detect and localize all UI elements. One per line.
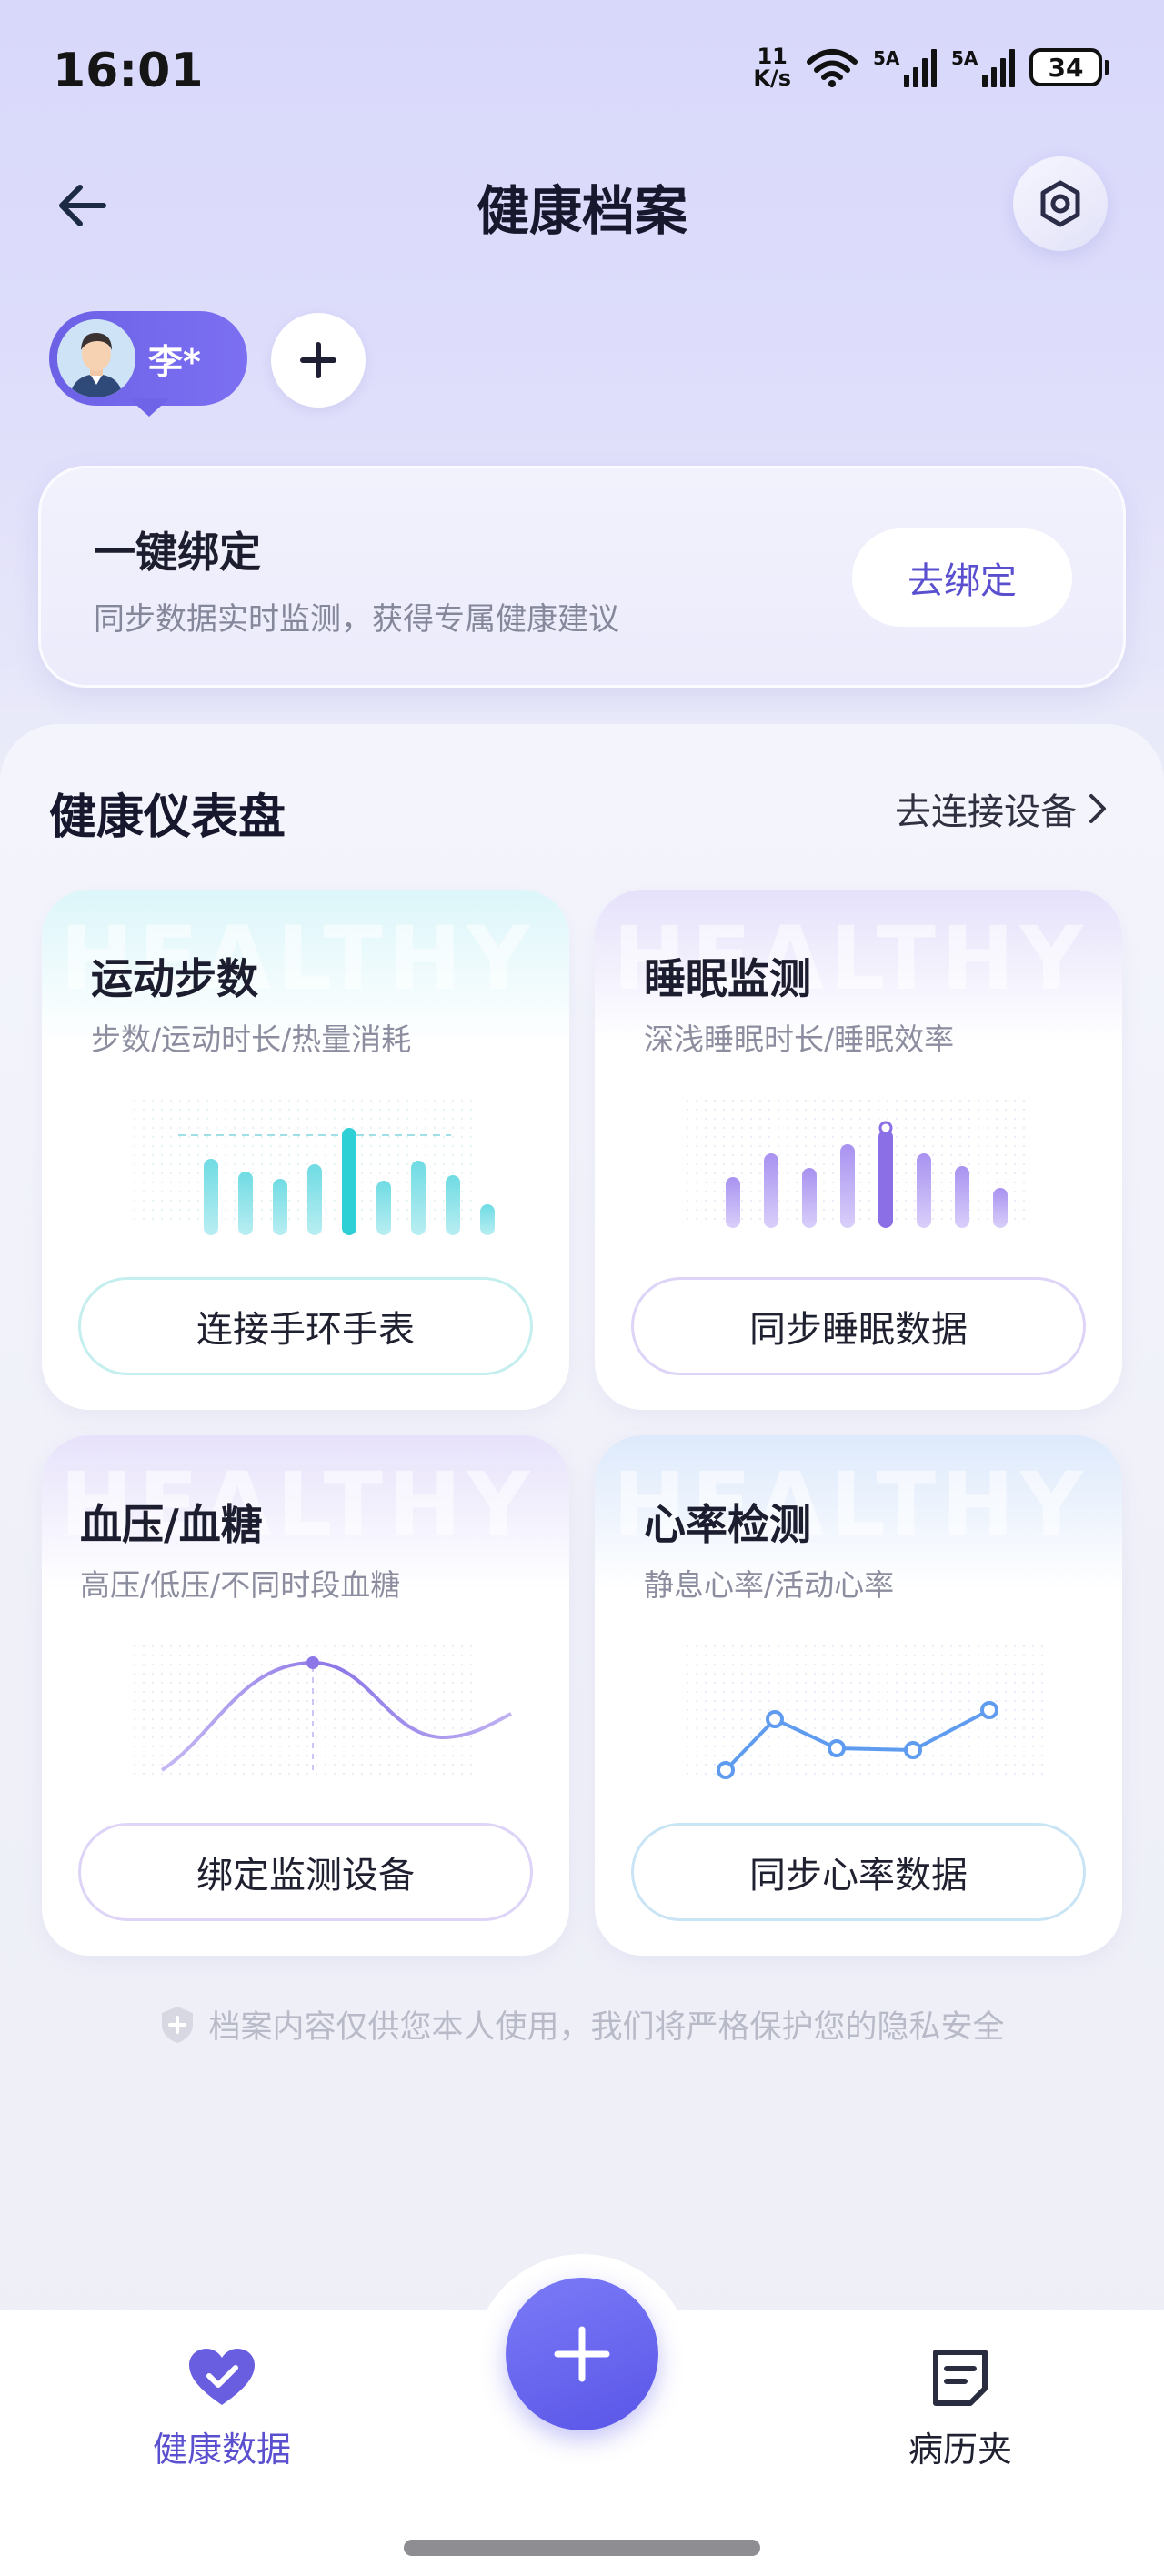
card-title: 运动步数 bbox=[91, 954, 258, 1003]
connect-device-link[interactable]: 去连接设备 bbox=[895, 782, 1108, 835]
status-icons: 11 K/s 5A 5A 34 bbox=[753, 45, 1109, 89]
net-speed: 11 K/s bbox=[753, 45, 791, 89]
sync-sleep-button[interactable]: 同步睡眠数据 bbox=[631, 1277, 1086, 1375]
connect-band-button[interactable]: 连接手环手表 bbox=[78, 1277, 533, 1375]
net-speed-value: 11 bbox=[757, 44, 788, 69]
folder-doc-icon bbox=[933, 2350, 988, 2406]
card-title: 睡眠监测 bbox=[644, 954, 811, 1003]
plus-icon bbox=[300, 342, 336, 378]
net-speed-unit: K/s bbox=[753, 65, 791, 91]
tab-medical-records[interactable]: 病历夹 bbox=[860, 2345, 1060, 2471]
nav-bar: 健康档案 bbox=[0, 146, 1164, 264]
card-sleep[interactable]: HEALTHY 睡眠监测 深浅睡眠时长/睡眠效率 同步睡眠数据 bbox=[595, 890, 1122, 1410]
bp-curve-illustration bbox=[133, 1645, 512, 1781]
add-profile-button[interactable] bbox=[271, 313, 366, 408]
wifi-icon bbox=[807, 49, 858, 87]
sync-heart-rate-button[interactable]: 同步心率数据 bbox=[631, 1823, 1086, 1921]
home-indicator[interactable] bbox=[404, 2540, 760, 2556]
avatar bbox=[57, 319, 135, 397]
privacy-note: 档案内容仅供您本人使用，我们将严格保护您的隐私安全 bbox=[0, 2001, 1164, 2048]
battery-icon: 34 bbox=[1029, 48, 1109, 86]
add-record-fab[interactable] bbox=[506, 2278, 658, 2430]
card-subtitle: 静息心率/活动心率 bbox=[644, 1567, 895, 1603]
battery-level: 34 bbox=[1029, 48, 1102, 86]
shield-plus-icon bbox=[162, 2006, 194, 2043]
card-heart-rate[interactable]: HEALTHY 心率检测 静息心率/活动心率 同步心率数据 bbox=[595, 1435, 1122, 1956]
tab-medical-records-label: 病历夹 bbox=[908, 2430, 1012, 2470]
signal-sim1-icon: 5A bbox=[873, 47, 937, 87]
page-title: 健康档案 bbox=[476, 180, 687, 242]
steps-bar-illustration bbox=[133, 1099, 495, 1235]
connect-device-label: 去连接设备 bbox=[895, 791, 1077, 833]
card-steps[interactable]: HEALTHY 运动步数 步数/运动时长/热量消耗 连接手环手表 bbox=[42, 890, 569, 1410]
sim2-label: 5A bbox=[951, 47, 978, 69]
plus-icon bbox=[554, 2326, 610, 2382]
bind-monitor-button[interactable]: 绑定监测设备 bbox=[78, 1823, 533, 1921]
heart-check-icon bbox=[189, 2349, 255, 2405]
bind-card-subtitle: 同步数据实时监测，获得专属健康建议 bbox=[94, 601, 619, 638]
go-bind-button[interactable]: 去绑定 bbox=[852, 528, 1072, 627]
card-blood-pressure[interactable]: HEALTHY 血压/血糖 高压/低压/不同时段血糖 绑定监测设备 bbox=[42, 1435, 569, 1956]
dashboard-title: 健康仪表盘 bbox=[49, 790, 286, 845]
bind-device-card: 一键绑定 同步数据实时监测，获得专属健康建议 去绑定 bbox=[38, 466, 1126, 688]
chevron-right-icon bbox=[1089, 794, 1106, 823]
profile-name: 李* bbox=[148, 341, 201, 382]
card-subtitle: 深浅睡眠时长/睡眠效率 bbox=[644, 1021, 955, 1057]
status-time: 16:01 bbox=[53, 44, 204, 98]
sleep-bar-illustration bbox=[686, 1099, 1031, 1228]
bind-card-title: 一键绑定 bbox=[94, 528, 261, 577]
privacy-text: 档案内容仅供您本人使用，我们将严格保护您的隐私安全 bbox=[208, 2009, 1005, 2046]
status-bar: 16:01 11 K/s 5A 5A 34 bbox=[0, 0, 1164, 146]
profile-chip-active[interactable]: 李* bbox=[49, 311, 247, 417]
card-title: 心率检测 bbox=[644, 1500, 811, 1549]
tab-health-data-label: 健康数据 bbox=[152, 2430, 291, 2470]
settings-button[interactable] bbox=[1013, 156, 1108, 251]
card-title: 血压/血糖 bbox=[80, 1500, 263, 1549]
card-subtitle: 高压/低压/不同时段血糖 bbox=[80, 1567, 401, 1603]
target-settings-icon bbox=[1040, 180, 1080, 227]
card-subtitle: 步数/运动时长/热量消耗 bbox=[91, 1021, 412, 1057]
sim1-label: 5A bbox=[873, 47, 900, 69]
tab-health-data[interactable]: 健康数据 bbox=[122, 2345, 322, 2471]
signal-sim2-icon: 5A bbox=[951, 47, 1015, 87]
heart-rate-line-illustration bbox=[686, 1645, 1049, 1781]
